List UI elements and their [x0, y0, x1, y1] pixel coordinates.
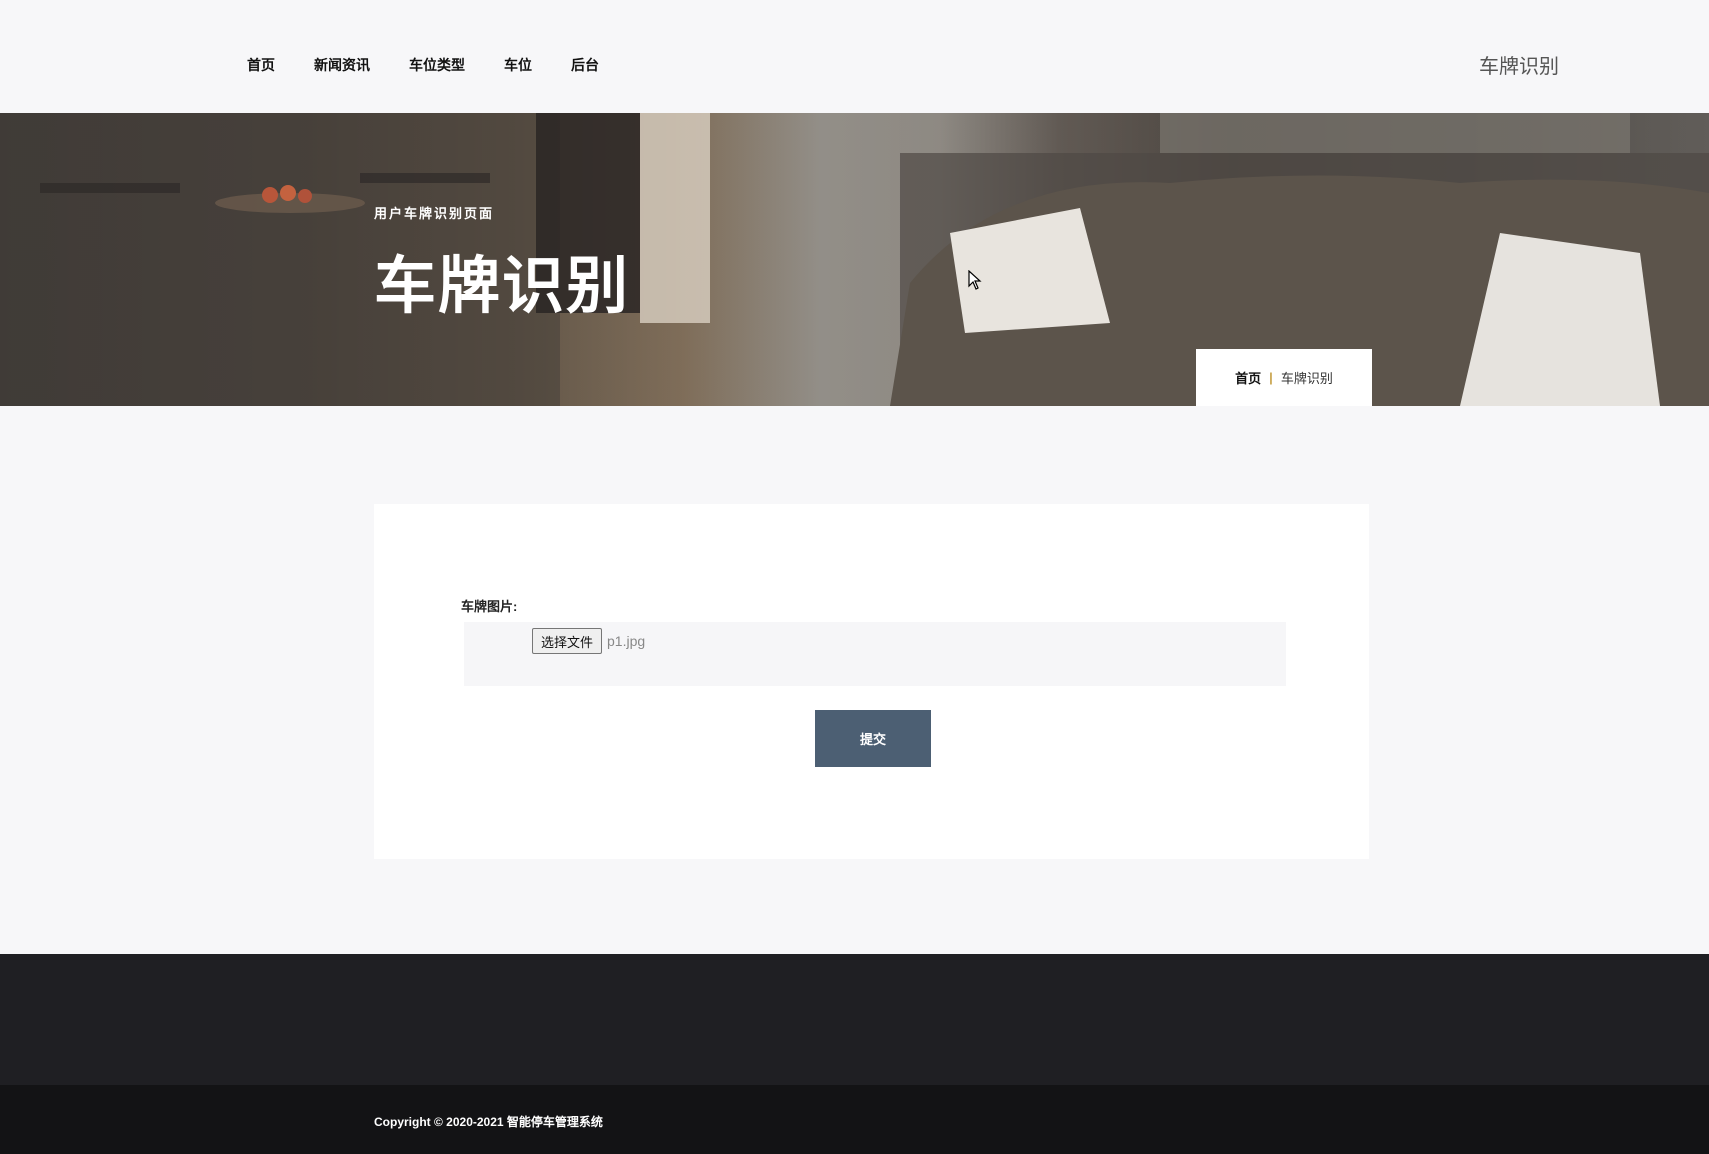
hero-background-image — [0, 113, 1709, 406]
nav-item-home[interactable]: 首页 — [247, 56, 275, 74]
nav-item-spot[interactable]: 车位 — [504, 56, 532, 74]
upload-form-card: 车牌图片: 选择文件 p1.jpg 提交 — [374, 504, 1369, 859]
copyright-text: Copyright © 2020-2021 智能停车管理系统 — [374, 1115, 603, 1129]
hero-banner: 用户车牌识别页面 车牌识别 首页 | 车牌识别 — [0, 113, 1709, 406]
nav-item-admin[interactable]: 后台 — [571, 56, 599, 74]
plate-image-label: 车牌图片: — [461, 599, 518, 614]
mouse-cursor-icon — [968, 270, 982, 290]
footer-bottom: Copyright © 2020-2021 智能停车管理系统 — [0, 1085, 1709, 1154]
breadcrumb-current: 车牌识别 — [1280, 371, 1333, 386]
submit-button[interactable]: 提交 — [815, 710, 931, 767]
nav-item-news[interactable]: 新闻资讯 — [314, 56, 370, 74]
choose-file-button[interactable]: 选择文件 — [532, 628, 602, 654]
top-navbar: 首页 新闻资讯 车位类型 车位 后台 车牌识别 — [0, 0, 1709, 113]
footer-top — [0, 954, 1709, 1085]
selected-file-name: p1.jpg — [607, 633, 646, 649]
site-brand[interactable]: 车牌识别 — [1479, 50, 1559, 79]
plate-image-file-field[interactable]: 选择文件 p1.jpg — [464, 622, 1286, 686]
hero-subtitle: 用户车牌识别页面 — [374, 206, 495, 221]
page-title: 车牌识别 — [374, 249, 631, 322]
breadcrumb-home[interactable]: 首页 — [1235, 368, 1261, 387]
main-nav: 首页 新闻资讯 车位类型 车位 后台 — [247, 56, 638, 74]
nav-item-spot-type[interactable]: 车位类型 — [409, 56, 465, 74]
breadcrumb: 首页 | 车牌识别 — [1196, 349, 1372, 406]
breadcrumb-separator: | — [1269, 370, 1273, 385]
